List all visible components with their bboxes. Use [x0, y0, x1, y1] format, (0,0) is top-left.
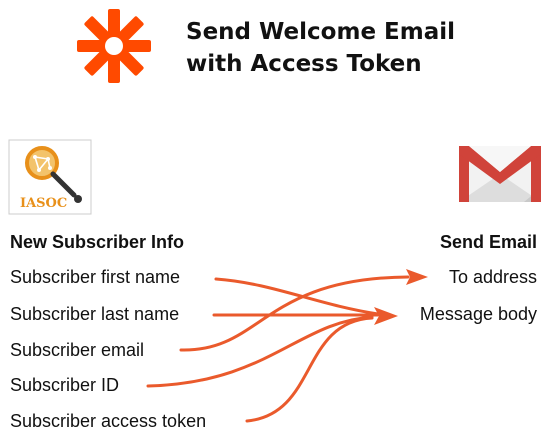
arrowhead-message-body: [374, 307, 398, 325]
zapier-asterisk-center: [105, 37, 123, 55]
source-field-last-name: Subscriber last name: [10, 304, 180, 324]
destination-field-message-body: Message body: [419, 304, 537, 324]
arrow-email-to-to-address: [179, 275, 410, 352]
arrowhead-to-address: [406, 269, 428, 285]
source-field-id: Subscriber ID: [10, 375, 120, 395]
source-field-first-name: Subscriber first name: [10, 267, 181, 287]
iasoc-logo-icon: IASOC: [8, 139, 92, 215]
gmail-envelope-icon: [459, 146, 541, 202]
arrow-access-token-to-message-body: [245, 316, 374, 423]
arrow-id-to-message-body: [146, 315, 374, 388]
destination-field-to-address: To address: [448, 267, 537, 287]
diagram-title-line-1: Send Welcome Email: [186, 19, 456, 45]
iasoc-logo-text: IASOC: [20, 196, 67, 211]
zapier-asterisk-icon: [77, 9, 151, 83]
arrow-first-name-to-message-body: [214, 277, 380, 316]
destination-heading: Send Email: [439, 232, 537, 252]
source-heading: New Subscriber Info: [10, 232, 185, 252]
diagram-title-line-2: with Access Token: [186, 51, 422, 77]
source-field-email: Subscriber email: [10, 340, 145, 360]
